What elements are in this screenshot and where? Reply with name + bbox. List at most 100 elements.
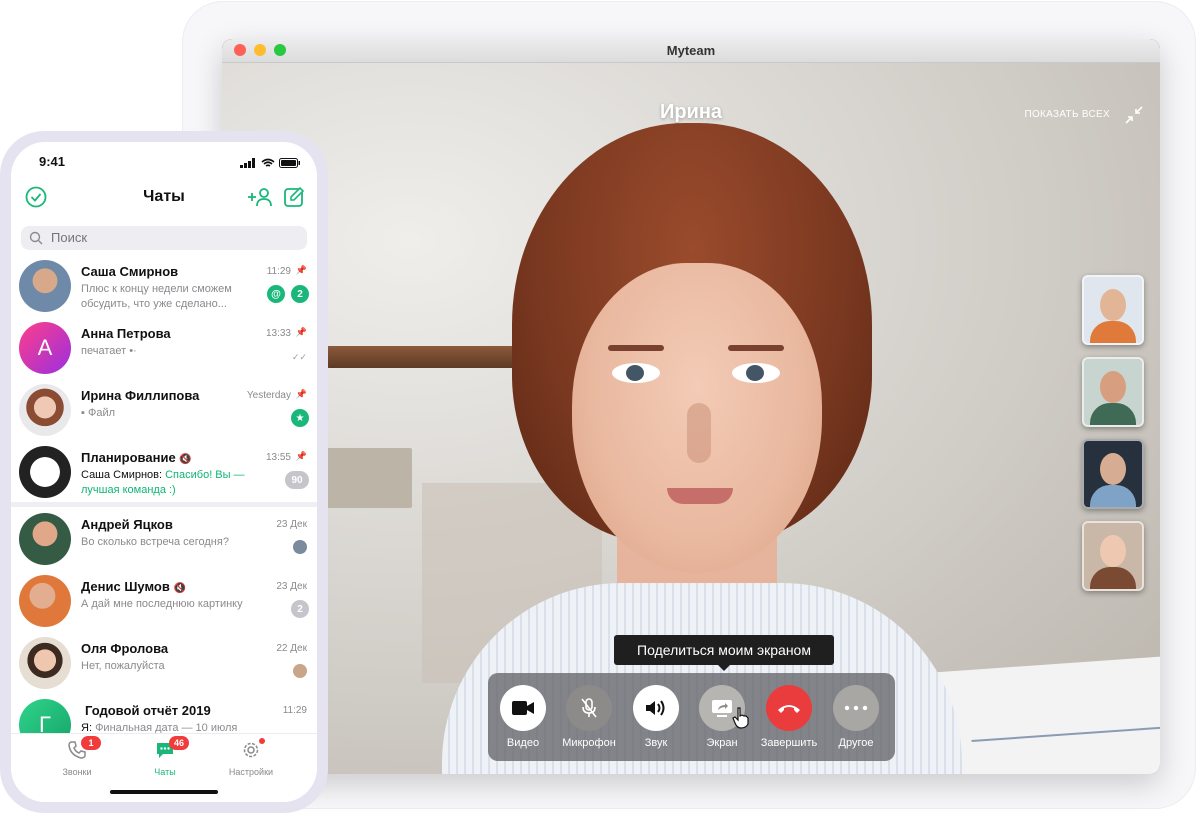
microphone-button[interactable]: Микрофон (556, 685, 622, 749)
person-face (572, 263, 822, 573)
compose-icon[interactable] (283, 186, 305, 208)
avatar (19, 260, 71, 312)
participant-thumbnail[interactable] (1082, 521, 1144, 591)
wifi-icon (261, 158, 275, 167)
screen-label: Экран (706, 737, 738, 749)
unread-badge: 2 (291, 285, 309, 303)
chat-name: Андрей Яцков (81, 517, 173, 532)
chat-message: Плюс к концу недели сможем обсудить, что… (81, 283, 232, 310)
phone-screen: 9:41 Чаты Поиск Саша Смирнов 11:29 📌 Плю… (11, 142, 317, 802)
video-feed: Ирина ПОКАЗАТЬ ВСЕХ Поделиться моим экра… (222, 63, 1160, 774)
participant-thumbnail[interactable] (1082, 439, 1144, 509)
message-sender: Саша Смирнов: (81, 469, 163, 481)
chat-message: Нет, пожалуйста (81, 660, 165, 672)
file-text: Файл (87, 407, 116, 419)
microphone-label: Микрофон (562, 737, 616, 749)
chat-item[interactable]: Саша Смирнов 11:29 📌 Плюс к концу недели… (11, 254, 317, 316)
search-icon (29, 231, 43, 245)
video-camera-icon (512, 701, 534, 715)
desktop-window: Myteam Ирина ПОКАЗАТЬ ВСЕХ Поделиться мо… (222, 39, 1160, 774)
background-paper (936, 654, 1160, 774)
pin-icon: 📌 (295, 327, 307, 337)
muted-icon: 🔇 (179, 454, 192, 465)
settings-notification-dot (259, 738, 265, 744)
collapse-icon[interactable] (1124, 105, 1144, 125)
cursor-hand-icon (732, 707, 749, 729)
chat-name: Саша Смирнов (81, 264, 179, 279)
status-time: 9:41 (39, 154, 66, 169)
chat-item[interactable]: Планирование 🔇 13:55 📌 Саша Смирнов: Спа… (11, 440, 317, 507)
sound-button[interactable]: Звук (623, 685, 689, 749)
chat-message: Во сколько встреча сегодня? (81, 536, 229, 548)
chat-message: ▪ Файл (81, 406, 259, 421)
more-button[interactable]: Другое (823, 685, 889, 749)
typing-dots-icon: •· (129, 345, 137, 357)
avatar (19, 384, 71, 436)
end-call-label: Завершить (760, 737, 818, 749)
chat-time: 22 Дек (276, 643, 307, 654)
chat-time: 23 Дек (276, 581, 307, 592)
pin-icon: 📌 (295, 389, 307, 399)
show-all-button[interactable]: ПОКАЗАТЬ ВСЕХ (1024, 109, 1110, 120)
chat-name: Анна Петрова (81, 326, 171, 341)
chat-list: Саша Смирнов 11:29 📌 Плюс к концу недели… (11, 254, 317, 755)
more-label: Другое (838, 737, 874, 749)
search-bar (21, 226, 307, 250)
chat-item[interactable]: А Анна Петрова 13:33 📌 печатает •· ✓✓ (11, 316, 317, 378)
chat-message: печатает •· (81, 344, 259, 359)
chat-item[interactable]: Денис Шумов 🔇 23 Дек А дай мне последнюю… (11, 569, 317, 631)
screen-share-tooltip: Поделиться моим экраном (614, 635, 834, 671)
tab-label: Настройки (228, 767, 274, 777)
signal-icon (240, 158, 256, 168)
typing-text: печатает (81, 345, 127, 357)
chat-item[interactable]: Оля Фролова 22 Дек Нет, пожалуйста (11, 631, 317, 693)
add-contact-icon[interactable] (247, 186, 273, 208)
unread-badge: 2 (291, 600, 309, 618)
window-title: Myteam (666, 43, 716, 58)
muted-icon: 🔇 (173, 583, 186, 594)
end-call-button[interactable]: Завершить (756, 685, 822, 749)
phone-frame: 9:41 Чаты Поиск Саша Смирнов 11:29 📌 Плю… (0, 131, 328, 813)
chats-header: Чаты (11, 182, 317, 216)
chat-name: Оля Фролова (81, 641, 169, 656)
tab-calls[interactable]: 1 Звонки (47, 736, 107, 777)
microphone-muted-icon (581, 698, 597, 718)
chat-time: 13:33 (265, 328, 291, 339)
participant-thumbnail[interactable] (1082, 275, 1144, 345)
avatar (19, 575, 71, 627)
pin-icon: 📌 (295, 451, 307, 461)
call-controls: Видео Микрофон Звук Экран Завершить Друг… (488, 673, 895, 761)
gear-icon (243, 742, 259, 758)
unread-badge: 90 (285, 471, 309, 489)
chats-badge: 46 (169, 736, 189, 750)
avatar-letter: А (37, 335, 53, 360)
speaker-icon (646, 700, 665, 716)
status-icons (240, 155, 301, 173)
read-avatar (293, 540, 307, 554)
hang-up-icon (778, 705, 800, 713)
more-dots-icon (844, 705, 868, 711)
home-indicator (110, 790, 218, 794)
tab-settings[interactable]: Настройки (221, 738, 281, 777)
chat-item[interactable]: Андрей Яцков 23 Дек Во сколько встреча с… (11, 507, 317, 569)
mention-badge: @ (267, 285, 285, 303)
search-input[interactable] (49, 229, 293, 246)
avatar (19, 513, 71, 565)
screen-share-icon (712, 700, 732, 717)
chat-time: 13:55 (265, 452, 291, 463)
tab-label: Звонки (62, 767, 92, 777)
sound-label: Звук (644, 737, 668, 749)
chat-name: Планирование 🔇 (81, 450, 192, 465)
title-bar: Myteam (222, 39, 1160, 63)
tab-chats[interactable]: 46 Чаты (135, 736, 195, 777)
chat-item[interactable]: Ирина Филлипова Yesterday 📌 ▪ Файл ★ (11, 378, 317, 440)
read-avatar (293, 664, 307, 678)
avatar (19, 637, 71, 689)
chat-name: Годовой отчёт 2019 (85, 703, 211, 718)
battery-icon (279, 158, 300, 168)
chat-time: 11:29 (282, 705, 307, 716)
participant-thumbnail[interactable] (1082, 357, 1144, 427)
avatar: А (19, 322, 71, 374)
video-button[interactable]: Видео (490, 685, 556, 749)
video-label: Видео (506, 737, 540, 749)
